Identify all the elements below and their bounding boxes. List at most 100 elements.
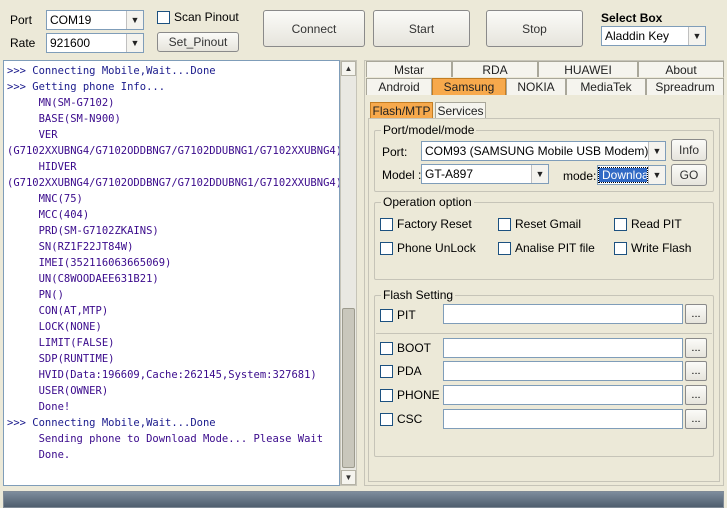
select-box-label: Select Box	[601, 11, 663, 25]
mode-select[interactable]: Downloac ▼	[597, 165, 666, 185]
csc-checkbox[interactable]: CSC	[380, 412, 422, 426]
log-line: LOCK(NONE)	[7, 321, 102, 333]
checkbox-box[interactable]	[380, 364, 393, 378]
tab-spreadrum[interactable]: Spreadrum	[646, 78, 724, 95]
port-select[interactable]: COM19 ▼	[46, 10, 144, 30]
port-select-value: COM19	[50, 13, 92, 27]
tab-rda[interactable]: RDA	[452, 61, 538, 77]
checkbox-box[interactable]	[498, 241, 511, 255]
select-box-value: Aladdin Key	[605, 29, 670, 43]
chevron-down-icon[interactable]: ▼	[531, 165, 548, 183]
checkbox-box[interactable]	[498, 217, 511, 231]
boot-file-input[interactable]	[443, 338, 683, 358]
subtab-flash-mtp[interactable]: Flash/MTP	[370, 102, 433, 118]
set-pinout-button[interactable]: Set_Pinout	[157, 32, 239, 52]
start-button[interactable]: Start	[373, 10, 470, 47]
checkbox-box[interactable]	[614, 241, 627, 255]
go-button[interactable]: GO	[671, 164, 707, 186]
write-flash-label: Write Flash	[631, 241, 692, 255]
chevron-down-icon[interactable]: ▼	[688, 27, 705, 45]
rate-label: Rate	[10, 36, 36, 50]
log-line: VER	[7, 129, 58, 141]
scroll-down-icon[interactable]: ▼	[341, 470, 356, 485]
tab-about[interactable]: About	[638, 61, 724, 77]
operation-option-title: Operation option	[381, 195, 474, 209]
tab-mediatek[interactable]: MediaTek	[566, 78, 646, 95]
factory-reset-checkbox[interactable]: Factory Reset	[380, 217, 472, 231]
log-line: >>> Connecting Mobile,Wait...Done	[7, 417, 216, 429]
log-scrollbar[interactable]: ▲ ▼	[340, 60, 357, 486]
write-flash-checkbox[interactable]: Write Flash	[614, 241, 691, 255]
csc-browse-button[interactable]: ...	[685, 409, 707, 429]
phone-browse-button[interactable]: ...	[685, 385, 707, 405]
checkbox-box[interactable]	[380, 341, 393, 355]
phone-file-input[interactable]	[443, 385, 683, 405]
reset-gmail-label: Reset Gmail	[515, 217, 582, 231]
log-line: (G7102XXUBNG4/G7102ODDBNG7/G7102DDUBNG1/…	[7, 177, 340, 189]
analise-pit-file-checkbox[interactable]: Analise PIT file	[498, 241, 595, 255]
boot-browse-button[interactable]: ...	[685, 338, 707, 358]
tab-nokia[interactable]: NOKIA	[506, 78, 566, 95]
tab-samsung[interactable]: Samsung	[432, 78, 506, 95]
info-button[interactable]: Info	[671, 139, 707, 161]
scroll-up-icon[interactable]: ▲	[341, 61, 356, 76]
log-output: >>> Connecting Mobile,Wait...Done >>> Get…	[3, 60, 340, 486]
log-line: PN()	[7, 289, 64, 301]
pit-label: PIT	[397, 308, 416, 322]
checkbox-box[interactable]	[380, 388, 393, 402]
select-box-select[interactable]: Aladdin Key ▼	[601, 26, 706, 46]
scan-pinout-checkbox[interactable]: Scan Pinout	[157, 10, 239, 24]
checkbox-box[interactable]	[157, 10, 170, 24]
connect-button[interactable]: Connect	[263, 10, 365, 47]
phone-checkbox[interactable]: PHONE	[380, 388, 440, 402]
log-line: Done!	[7, 401, 71, 413]
log-line: Done.	[7, 449, 71, 461]
chevron-down-icon[interactable]: ▼	[648, 166, 665, 184]
csc-file-input[interactable]	[443, 409, 683, 429]
csc-label: CSC	[397, 412, 423, 426]
stop-button[interactable]: Stop	[486, 10, 583, 47]
log-line: MCC(404)	[7, 209, 90, 221]
log-line: >>> Connecting Mobile,Wait...Done	[7, 65, 216, 77]
log-line: CON(AT,MTP)	[7, 305, 109, 317]
pit-checkbox[interactable]: PIT	[380, 308, 416, 322]
read-pit-label: Read PIT	[631, 217, 682, 231]
tab-mstar[interactable]: Mstar	[366, 61, 452, 77]
phone-unlock-label: Phone UnLock	[397, 241, 476, 255]
checkbox-box[interactable]	[380, 308, 393, 322]
checkbox-box[interactable]	[380, 241, 393, 255]
log-line: SN(RZ1F22JT84W)	[7, 241, 134, 253]
checkbox-box[interactable]	[380, 412, 393, 426]
chevron-down-icon[interactable]: ▼	[126, 11, 143, 29]
phone-unlock-checkbox[interactable]: Phone UnLock	[380, 241, 476, 255]
scrollbar-thumb[interactable]	[342, 308, 355, 468]
pit-browse-button[interactable]: ...	[685, 304, 707, 324]
reset-gmail-checkbox[interactable]: Reset Gmail	[498, 217, 581, 231]
log-line: USER(OWNER)	[7, 385, 109, 397]
rate-select[interactable]: 921600 ▼	[46, 33, 144, 53]
tab-huawei[interactable]: HUAWEI	[538, 61, 638, 77]
divider	[376, 333, 712, 334]
log-line: (G7102XXUBNG4/G7102ODDBNG7/G7102DDUBNG1/…	[7, 145, 340, 157]
checkbox-box[interactable]	[614, 217, 627, 231]
chevron-down-icon[interactable]: ▼	[126, 34, 143, 52]
pit-file-input[interactable]	[443, 304, 683, 324]
mode-value: Downloac	[598, 167, 648, 183]
pda-file-input[interactable]	[443, 361, 683, 381]
model-select[interactable]: GT-A897 ▼	[421, 164, 549, 184]
log-lines: >>> Connecting Mobile,Wait...Done >>> Get…	[7, 63, 340, 463]
subtab-services[interactable]: Services	[435, 102, 486, 118]
log-line: MNC(75)	[7, 193, 83, 205]
pda-browse-button[interactable]: ...	[685, 361, 707, 381]
checkbox-box[interactable]	[380, 217, 393, 231]
flash-setting-title: Flash Setting	[381, 288, 456, 302]
read-pit-checkbox[interactable]: Read PIT	[614, 217, 682, 231]
tab-android[interactable]: Android	[366, 78, 432, 95]
log-line: Sending phone to Download Mode... Please…	[7, 433, 324, 445]
port-model-mode-title: Port/model/mode	[381, 123, 477, 137]
pda-checkbox[interactable]: PDA	[380, 364, 422, 378]
chevron-down-icon[interactable]: ▼	[648, 142, 665, 160]
log-line: BASE(SM-N900)	[7, 113, 121, 125]
device-port-select[interactable]: COM93 (SAMSUNG Mobile USB Modem) ▼	[421, 141, 666, 161]
boot-checkbox[interactable]: BOOT	[380, 341, 431, 355]
